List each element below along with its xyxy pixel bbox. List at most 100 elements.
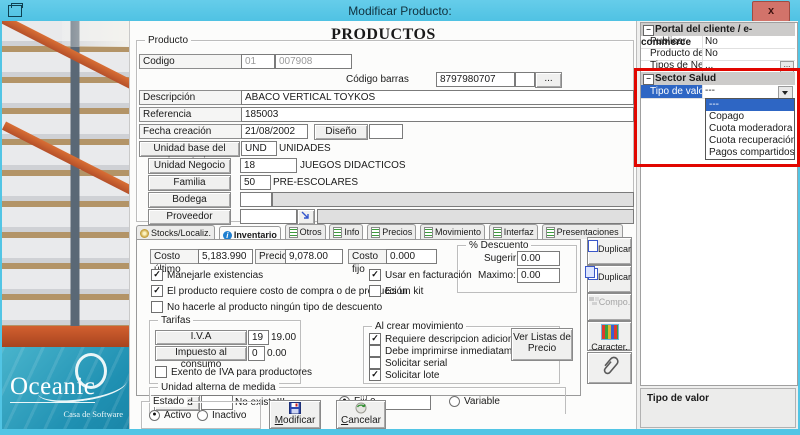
solicitar-serial-checkbox[interactable]: Solicitar serial bbox=[369, 357, 447, 369]
bodega-field[interactable] bbox=[240, 192, 272, 207]
checkbox-label: Exento de IVA para productores bbox=[171, 367, 312, 378]
impuesto-consumo-button[interactable]: Impuesto al consumo bbox=[155, 346, 247, 361]
iva-rate-field[interactable]: 19 bbox=[248, 330, 269, 345]
characteristics-grid-icon bbox=[601, 324, 619, 340]
tipo-de-valor-row[interactable]: Tipo de valor --- bbox=[641, 85, 795, 99]
document-icon bbox=[289, 227, 298, 238]
checkbox-mark bbox=[155, 366, 167, 378]
referencia-field[interactable]: 185003 bbox=[241, 107, 634, 122]
iva-button[interactable]: I.V.A bbox=[155, 330, 247, 345]
familia-field[interactable]: 50 bbox=[240, 175, 271, 190]
window-title: Modificar Producto: bbox=[0, 4, 800, 18]
costo-fijo-field[interactable]: 0.000 bbox=[386, 249, 437, 264]
costo-ultimo-field[interactable]: 5,183.990 bbox=[198, 249, 253, 264]
codigo-barras-label: Código barras bbox=[346, 74, 409, 85]
familia-button[interactable]: Familia bbox=[148, 175, 231, 191]
manejarle-existencias-checkbox[interactable]: ✓Manejarle existencias bbox=[151, 269, 263, 281]
inactivo-radio[interactable]: Inactivo bbox=[197, 410, 246, 421]
button-label: Modificar bbox=[270, 414, 320, 427]
unidad-negocio-button[interactable]: Unidad Negocio bbox=[148, 158, 231, 174]
maximo-field[interactable]: 0.00 bbox=[517, 268, 560, 283]
codigo-field[interactable]: 007908 bbox=[275, 54, 352, 69]
portal-section-header[interactable]: Portal del cliente / e-commerce bbox=[641, 23, 795, 36]
dropdown-option[interactable]: Cuota recuperación bbox=[706, 135, 794, 147]
collapse-icon[interactable] bbox=[643, 25, 654, 36]
unidad-base-field[interactable]: UND bbox=[241, 141, 277, 156]
unidad-negocio-field[interactable]: 18 bbox=[240, 158, 297, 173]
copy-icon bbox=[588, 240, 598, 252]
codigo-prefix-field[interactable]: 01 bbox=[241, 54, 275, 69]
es-un-kit-checkbox[interactable]: Es un kit bbox=[369, 285, 423, 297]
duplicar2-button[interactable]: Duplicar bbox=[587, 265, 632, 293]
collapse-icon[interactable] bbox=[643, 74, 654, 85]
tab-precios[interactable]: Precios bbox=[367, 224, 416, 239]
inventario-tab-content: Costo último 5,183.990 Precio 9,078.00 C… bbox=[136, 239, 581, 396]
attachments-button[interactable] bbox=[587, 352, 632, 384]
undo-icon bbox=[355, 402, 367, 414]
tab-otros[interactable]: Otros bbox=[285, 224, 326, 239]
duplicar-button[interactable]: Duplicar bbox=[587, 237, 632, 265]
checkbox-mark bbox=[369, 345, 381, 357]
property-name: Tipos de Negocio bbox=[641, 60, 703, 72]
codigo-barras-extra-field[interactable] bbox=[515, 72, 535, 87]
radio-mark bbox=[197, 410, 208, 421]
checkbox-label: Debe imprimirse inmediatamente bbox=[385, 346, 532, 357]
proveedor-picker-button[interactable] bbox=[297, 209, 315, 225]
dropdown-option[interactable]: --- bbox=[706, 99, 794, 111]
ver-listas-precio-button[interactable]: Ver Listas de Precio bbox=[511, 328, 573, 361]
radio-label: Variable bbox=[464, 396, 500, 407]
tab-label: Presentaciones bbox=[557, 227, 619, 237]
bodega-button[interactable]: Bodega bbox=[148, 192, 231, 208]
cancelar-button[interactable]: Cancelar bbox=[336, 400, 386, 429]
checkbox-mark: ✓ bbox=[369, 269, 381, 281]
consumo-rate-field[interactable]: 0 bbox=[248, 346, 265, 361]
dropdown-option[interactable]: Copago bbox=[706, 111, 794, 123]
requiere-descripcion-checkbox[interactable]: ✓Requiere descripcion adicional bbox=[369, 333, 521, 345]
close-icon[interactable]: x bbox=[752, 1, 790, 22]
tab-label: Otros bbox=[300, 227, 322, 237]
tab-movimiento[interactable]: Movimiento bbox=[420, 224, 485, 239]
costo-ultimo-label: Costo último bbox=[150, 249, 201, 264]
debe-imprimirse-checkbox[interactable]: Debe imprimirse inmediatamente bbox=[369, 345, 532, 357]
caracteristicas-button[interactable]: Caracter. bbox=[587, 321, 632, 351]
button-label: Duplicar bbox=[598, 244, 631, 254]
descripcion-field[interactable]: ABACO VERTICAL TOYKOS bbox=[241, 90, 634, 105]
no-descuento-checkbox[interactable]: No hacerle al producto ningún tipo de de… bbox=[151, 301, 382, 313]
solicitar-lote-checkbox[interactable]: ✓ Solicitar lote bbox=[369, 369, 439, 381]
gear-icon bbox=[140, 229, 149, 238]
dropdown-option[interactable]: Cuota moderadora bbox=[706, 123, 794, 135]
tarifas-legend: Tarifas bbox=[158, 315, 193, 326]
title-bar[interactable]: Modificar Producto: x bbox=[0, 0, 800, 21]
precio-field[interactable]: 9,078.00 bbox=[285, 249, 343, 264]
diseno-button[interactable]: Diseño bbox=[314, 124, 368, 140]
tab-stocks-localiz[interactable]: Stocks/Localiz. bbox=[136, 225, 215, 240]
variable-radio[interactable]: Variable bbox=[449, 396, 500, 407]
unidad-base-button[interactable]: Unidad base del inventario bbox=[139, 141, 240, 157]
exento-iva-checkbox[interactable]: Exento de IVA para productores bbox=[155, 366, 312, 378]
property-value: No bbox=[705, 36, 718, 48]
checkbox-mark bbox=[369, 357, 381, 369]
usar-facturacion-checkbox[interactable]: ✓Usar en facturación bbox=[369, 269, 472, 281]
checkbox-label: Requiere descripcion adicional bbox=[385, 334, 521, 345]
tab-label: Interfaz bbox=[504, 227, 534, 237]
document-icon bbox=[546, 227, 555, 238]
proveedor-button[interactable]: Proveedor bbox=[148, 209, 231, 225]
codigo-barras-field[interactable]: 8797980707 bbox=[436, 72, 515, 87]
checkbox-label: Es un kit bbox=[385, 286, 423, 297]
familia-name: PRE-ESCOLARES bbox=[273, 177, 358, 188]
sector-salud-section-header[interactable]: Sector Salud bbox=[641, 72, 795, 85]
dropdown-option[interactable]: Pagos compartidos bbox=[706, 147, 794, 159]
activo-radio[interactable]: ●Activo bbox=[149, 410, 191, 421]
tab-info[interactable]: Info bbox=[329, 224, 363, 239]
fecha-creacion-field[interactable]: 21/08/2002 bbox=[241, 124, 308, 139]
button-label: Duplicar bbox=[598, 272, 631, 282]
tab-interfaz[interactable]: Interfaz bbox=[489, 224, 538, 239]
sugerir-field[interactable]: 0.00 bbox=[517, 251, 560, 266]
checkbox-mark: ✓ bbox=[369, 369, 381, 381]
barcode-browse-button[interactable]: ... bbox=[535, 72, 562, 88]
button-label: Cancelar bbox=[337, 414, 385, 427]
modificar-button[interactable]: Modificar bbox=[269, 400, 321, 429]
proveedor-field[interactable] bbox=[240, 209, 297, 224]
checkbox-label: Solicitar lote bbox=[385, 370, 439, 381]
diseno-field[interactable] bbox=[369, 124, 403, 139]
